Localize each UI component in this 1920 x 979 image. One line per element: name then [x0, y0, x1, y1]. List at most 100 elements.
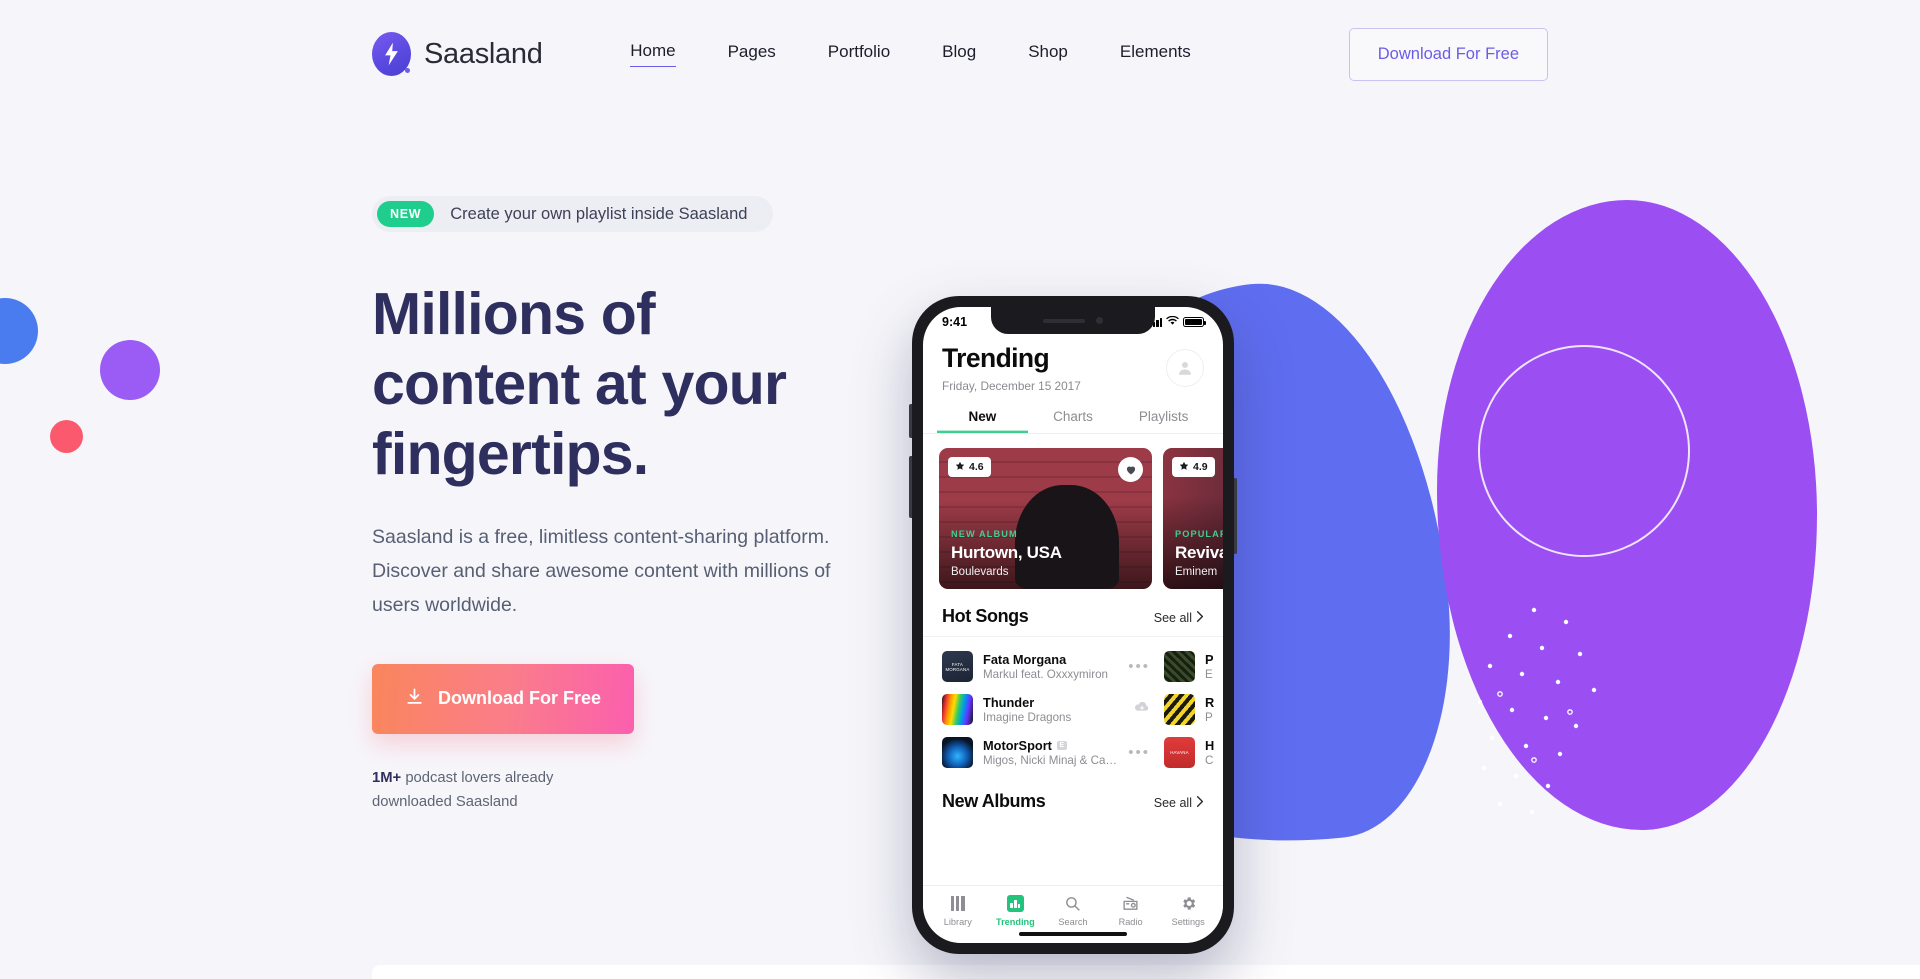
song-title-text: H — [1205, 738, 1215, 753]
more-dots-icon[interactable]: ••• — [1128, 659, 1150, 674]
album-card-meta: POPULAR Revival Eminem — [1175, 529, 1223, 578]
song-info: R P — [1205, 695, 1223, 724]
radio-icon — [1122, 895, 1139, 912]
download-cloud-icon[interactable] — [1134, 699, 1150, 720]
album-card-kicker: NEW ALBUM — [951, 529, 1018, 539]
phone-notch — [991, 307, 1155, 334]
see-all-label: See all — [1153, 611, 1192, 625]
tab-trending[interactable]: Trending — [987, 895, 1045, 927]
headline-line-3: fingertips. — [372, 421, 649, 488]
tab-library-label: Library — [943, 917, 972, 927]
list-item[interactable]: Thunder Imagine Dragons — [942, 688, 1150, 731]
new-albums-header: New Albums See all — [923, 774, 1223, 821]
album-card[interactable]: 4.6 NEW ALBUM Hurtown, USA Boulevards — [939, 448, 1152, 589]
song-title-text: Fata Morgana — [983, 652, 1067, 667]
hero-section: NEW Create your own playlist inside Saas… — [0, 108, 1920, 954]
song-artwork-label: FATA MORGANA — [945, 661, 970, 672]
app-tab-strip: New Charts Playlists — [923, 409, 1223, 434]
album-card-title: Hurtown, USA — [951, 543, 1062, 562]
gear-icon — [1180, 895, 1197, 912]
list-item[interactable]: R P — [1164, 688, 1223, 731]
announcement-text: Create your own playlist inside Saasland — [450, 204, 748, 223]
nav-item-blog[interactable]: Blog — [942, 42, 976, 67]
album-card-carousel[interactable]: 4.6 NEW ALBUM Hurtown, USA Boulevards 4.… — [923, 434, 1223, 589]
phone-mockup-area: 9:41 Trending Friday, December 15 2017 N… — [909, 108, 1237, 954]
library-bars-icon — [951, 895, 965, 912]
tab-library[interactable]: Library — [929, 895, 987, 927]
album-card-artist: Eminem — [1175, 566, 1218, 578]
song-info: MotorSport E Migos, Nicki Minaj & Cardi.… — [983, 738, 1118, 767]
song-title-text: MotorSport — [983, 738, 1052, 753]
tab-search-label: Search — [1058, 917, 1088, 927]
chevron-right-icon — [1196, 796, 1204, 810]
app-tab-new[interactable]: New — [937, 409, 1028, 433]
front-camera-icon — [1096, 317, 1103, 324]
app-tab-playlists[interactable]: Playlists — [1118, 409, 1209, 433]
search-magnifier-icon — [1064, 895, 1081, 912]
song-artist: Migos, Nicki Minaj & Cardi... — [983, 754, 1119, 767]
main-navigation: Home Pages Portfolio Blog Shop Elements — [630, 41, 1191, 67]
app-tab-charts[interactable]: Charts — [1028, 409, 1119, 433]
hot-songs-column-secondary: P E R P HAVANA H C — [1164, 645, 1223, 774]
album-card-meta: NEW ALBUM Hurtown, USA Boulevards — [951, 529, 1142, 578]
album-card-title: Revival — [1175, 543, 1223, 562]
hot-songs-see-all-link[interactable]: See all — [1154, 611, 1204, 625]
chevron-right-icon — [1196, 611, 1204, 625]
album-rating-badge: 4.9 — [1172, 457, 1215, 477]
song-title-text: Thunder — [983, 695, 1035, 710]
hero-announcement-pill[interactable]: NEW Create your own playlist inside Saas… — [372, 196, 774, 232]
hero-download-note: 1M+ podcast lovers already downloaded Sa… — [372, 767, 602, 814]
hero-subtitle: Saasland is a free, limitless content-sh… — [372, 525, 831, 616]
hot-songs-list[interactable]: FATA MORGANA Fata Morgana Markul feat. O… — [923, 636, 1223, 774]
tab-settings[interactable]: Settings — [1159, 895, 1217, 927]
song-title: H — [1205, 738, 1223, 753]
brand-name: Saasland — [424, 37, 543, 70]
song-artist: P — [1205, 711, 1213, 724]
list-item[interactable]: HAVANA H C — [1164, 731, 1223, 774]
status-time: 9:41 — [942, 315, 968, 329]
nav-item-pages[interactable]: Pages — [728, 42, 776, 67]
more-dots-icon[interactable]: ••• — [1128, 745, 1150, 760]
hero-download-button[interactable]: Download For Free — [372, 663, 635, 734]
new-albums-see-all-link[interactable]: See all — [1154, 796, 1204, 810]
nav-item-portfolio[interactable]: Portfolio — [828, 42, 890, 67]
list-item[interactable]: MotorSport E Migos, Nicki Minaj & Cardi.… — [942, 731, 1150, 774]
song-title: Thunder — [983, 695, 1124, 710]
song-title: R — [1205, 695, 1223, 710]
new-albums-title: New Albums — [942, 791, 1046, 811]
tab-search[interactable]: Search — [1044, 895, 1102, 927]
album-rating-value: 4.6 — [969, 461, 984, 473]
hero-cta-label: Download For Free — [438, 688, 602, 709]
song-title: MotorSport E — [983, 738, 1118, 753]
star-icon — [1179, 461, 1189, 474]
trending-chart-icon — [1006, 895, 1024, 912]
song-artwork: FATA MORGANA — [942, 651, 973, 682]
app-page-title: Trending — [942, 343, 1050, 373]
hot-songs-column-primary: FATA MORGANA Fata Morgana Markul feat. O… — [942, 645, 1150, 774]
list-item[interactable]: P E — [1164, 645, 1223, 688]
hero-headline: Millions of content at your fingertips. — [372, 279, 892, 490]
earpiece-speaker-icon — [1043, 318, 1085, 323]
lightning-bolt-icon — [372, 32, 411, 76]
album-card-kicker: POPULAR — [1175, 529, 1223, 539]
page-bottom-panel — [372, 965, 1920, 979]
song-artwork-label: HAVANA — [1170, 750, 1189, 755]
heart-filled-icon[interactable] — [1118, 457, 1143, 482]
list-item[interactable]: FATA MORGANA Fata Morgana Markul feat. O… — [942, 645, 1150, 688]
song-artwork — [1164, 651, 1195, 682]
album-card[interactable]: 4.9 POPULAR Revival Eminem — [1163, 448, 1223, 589]
song-artwork — [942, 737, 973, 768]
user-avatar-icon[interactable] — [1166, 349, 1204, 387]
brand-logo[interactable]: Saasland — [372, 32, 543, 76]
tab-radio[interactable]: Radio — [1102, 895, 1160, 927]
tab-settings-label: Settings — [1171, 917, 1205, 927]
song-info: Fata Morgana Markul feat. Oxxxymiron — [983, 652, 1118, 681]
site-header: Saasland Home Pages Portfolio Blog Shop … — [0, 0, 1920, 108]
nav-item-home[interactable]: Home — [630, 41, 676, 67]
header-download-button[interactable]: Download For Free — [1348, 27, 1548, 81]
song-info: P E — [1205, 652, 1223, 681]
app-date-label: Friday, December 15 2017 — [942, 379, 1081, 393]
nav-item-shop[interactable]: Shop — [1028, 42, 1068, 67]
nav-item-elements[interactable]: Elements — [1120, 42, 1191, 67]
song-artwork — [942, 694, 973, 725]
